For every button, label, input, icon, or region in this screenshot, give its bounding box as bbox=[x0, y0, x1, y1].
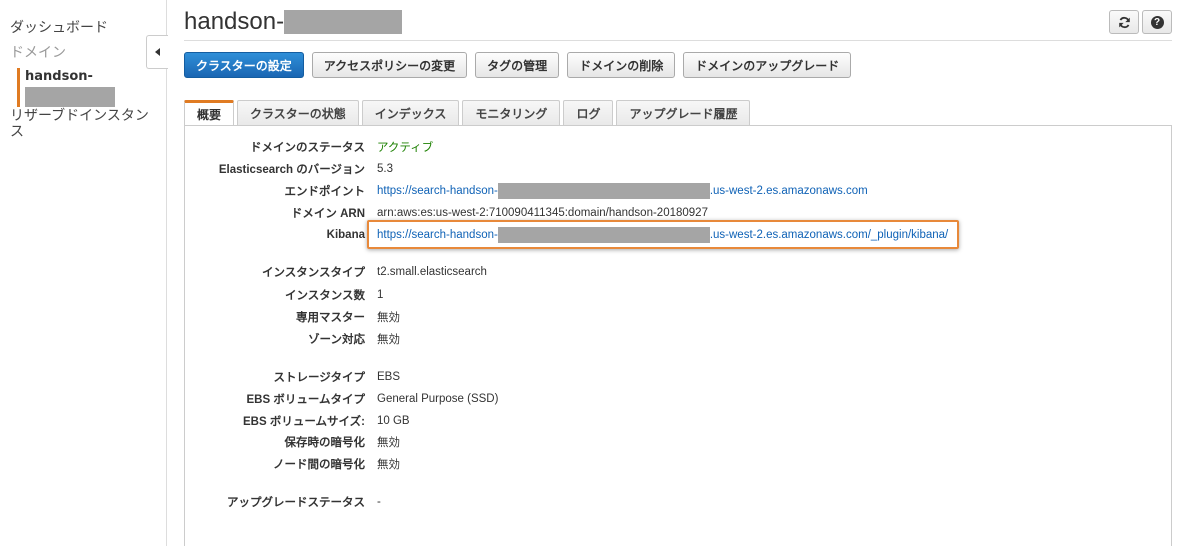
page-title: handson- bbox=[184, 8, 403, 36]
storage-type-label: ストレージタイプ bbox=[273, 372, 365, 384]
dedicated-master-value: 無効 bbox=[377, 312, 400, 324]
encryption-at-rest-value: 無効 bbox=[377, 437, 400, 449]
detail-row-instance-count: インスタンス数 1 bbox=[185, 287, 1085, 303]
ebs-volume-type-value: General Purpose (SSD) bbox=[377, 393, 499, 405]
detail-row-encryption-at-rest: 保存時の暗号化 無効 bbox=[185, 434, 1085, 450]
sidebar-item-current-domain[interactable]: handson- bbox=[17, 68, 117, 107]
sidebar-item-reserved-instances[interactable]: リザーブドインスタンス bbox=[10, 108, 150, 140]
zone-awareness-label: ゾーン対応 bbox=[308, 334, 365, 346]
detail-row-storage-type: ストレージタイプ EBS bbox=[185, 369, 1085, 385]
storage-type-value: EBS bbox=[377, 371, 401, 383]
detail-row-node-encryption: ノード間の暗号化 無効 bbox=[185, 456, 1085, 472]
title-divider bbox=[184, 40, 1172, 41]
cluster-settings-button[interactable]: クラスターの設定 bbox=[184, 52, 304, 78]
redacted-domain-name bbox=[25, 87, 115, 107]
delete-domain-button[interactable]: ドメインの削除 bbox=[567, 52, 676, 78]
arn-value: arn:aws:es:us-west-2:710090411345:domain… bbox=[377, 207, 708, 219]
ebs-volume-size-label: EBS ボリュームサイズ: bbox=[243, 416, 365, 428]
arn-label: ドメイン ARN bbox=[290, 208, 365, 220]
encryption-at-rest-label: 保存時の暗号化 bbox=[284, 437, 366, 449]
modify-access-policy-button[interactable]: アクセスポリシーの変更 bbox=[311, 52, 468, 78]
tab-overview[interactable]: 概要 bbox=[184, 100, 235, 126]
tab-upgrade-history[interactable]: アップグレード履歴 bbox=[616, 100, 751, 125]
node-encryption-label: ノード間の暗号化 bbox=[273, 459, 365, 471]
endpoint-url-prefix: https://search-handson- bbox=[377, 185, 498, 197]
instance-type-label: インスタンスタイプ bbox=[261, 267, 365, 279]
tab-monitoring[interactable]: モニタリング bbox=[462, 100, 561, 125]
endpoint-link[interactable]: https://search-handson- .us-west-2.es.am… bbox=[377, 183, 868, 199]
detail-row-version: Elasticsearch のバージョン 5.3 bbox=[185, 161, 1085, 177]
status-value: アクティブ bbox=[377, 142, 434, 154]
tab-cluster-health[interactable]: クラスターの状態 bbox=[237, 100, 359, 125]
instance-count-label: インスタンス数 bbox=[284, 290, 365, 302]
version-value: 5.3 bbox=[377, 163, 393, 175]
zone-awareness-value: 無効 bbox=[377, 334, 400, 346]
endpoint-label: エンドポイント bbox=[284, 186, 366, 198]
detail-row-upgrade-status: アップグレードステータス - bbox=[185, 494, 1085, 510]
status-label: ドメインのステータス bbox=[250, 142, 365, 154]
collapse-sidebar-icon bbox=[155, 48, 160, 56]
redacted-title bbox=[284, 10, 403, 34]
sidebar: ダッシュボード ドメイン handson- リザーブドインスタンス bbox=[0, 0, 167, 546]
collapse-sidebar-button[interactable] bbox=[146, 35, 168, 69]
endpoint-url-suffix: .us-west-2.es.amazonaws.com bbox=[709, 185, 868, 197]
ebs-volume-type-label: EBS ボリュームタイプ bbox=[246, 394, 366, 406]
detail-row-ebs-volume-type: EBS ボリュームタイプ General Purpose (SSD) bbox=[185, 391, 1085, 407]
redacted-endpoint-id bbox=[497, 183, 710, 199]
help-icon: ? bbox=[1150, 15, 1164, 29]
detail-row-dedicated-master: 専用マスター 無効 bbox=[185, 309, 1085, 325]
detail-row-status: ドメインのステータス アクティブ bbox=[185, 139, 1085, 155]
current-domain-label: handson- bbox=[25, 69, 93, 84]
tab-logs[interactable]: ログ bbox=[563, 100, 614, 125]
upgrade-status-value: - bbox=[377, 496, 381, 508]
refresh-icon bbox=[1118, 16, 1130, 28]
detail-row-zone-awareness: ゾーン対応 無効 bbox=[185, 331, 1085, 347]
instance-count-value: 1 bbox=[377, 289, 384, 301]
page-title-text: handson- bbox=[184, 8, 285, 35]
sidebar-item-domains: ドメイン bbox=[10, 45, 66, 61]
detail-row-ebs-volume-size: EBS ボリュームサイズ: 10 GB bbox=[185, 413, 1085, 429]
action-toolbar: クラスターの設定 アクセスポリシーの変更 タグの管理 ドメインの削除 ドメインの… bbox=[184, 52, 852, 78]
sidebar-item-dashboard[interactable]: ダッシュボード bbox=[10, 17, 108, 37]
instance-type-value: t2.small.elasticsearch bbox=[377, 266, 487, 278]
detail-row-instance-type: インスタンスタイプ t2.small.elasticsearch bbox=[185, 264, 1085, 280]
help-button[interactable]: ? bbox=[1142, 10, 1172, 34]
detail-row-arn: ドメイン ARN arn:aws:es:us-west-2:7100904113… bbox=[185, 205, 1085, 221]
refresh-button[interactable] bbox=[1109, 10, 1139, 34]
dedicated-master-label: 専用マスター bbox=[296, 312, 365, 324]
upgrade-status-label: アップグレードステータス bbox=[227, 497, 365, 509]
manage-tags-button[interactable]: タグの管理 bbox=[475, 52, 560, 78]
upgrade-domain-button[interactable]: ドメインのアップグレード bbox=[683, 52, 852, 78]
kibana-highlight-box bbox=[367, 220, 959, 249]
version-label: Elasticsearch のバージョン bbox=[218, 164, 365, 176]
kibana-label: Kibana bbox=[326, 229, 365, 241]
tab-indices[interactable]: インデックス bbox=[361, 100, 460, 125]
ebs-volume-size-value: 10 GB bbox=[377, 415, 410, 427]
tab-bar: 概要 クラスターの状態 インデックス モニタリング ログ アップグレード履歴 bbox=[184, 100, 751, 126]
detail-row-endpoint: エンドポイント https://search-handson- .us-west… bbox=[185, 183, 1085, 199]
node-encryption-value: 無効 bbox=[377, 459, 400, 471]
endpoint-value: https://search-handson- .us-west-2.es.am… bbox=[377, 183, 868, 199]
